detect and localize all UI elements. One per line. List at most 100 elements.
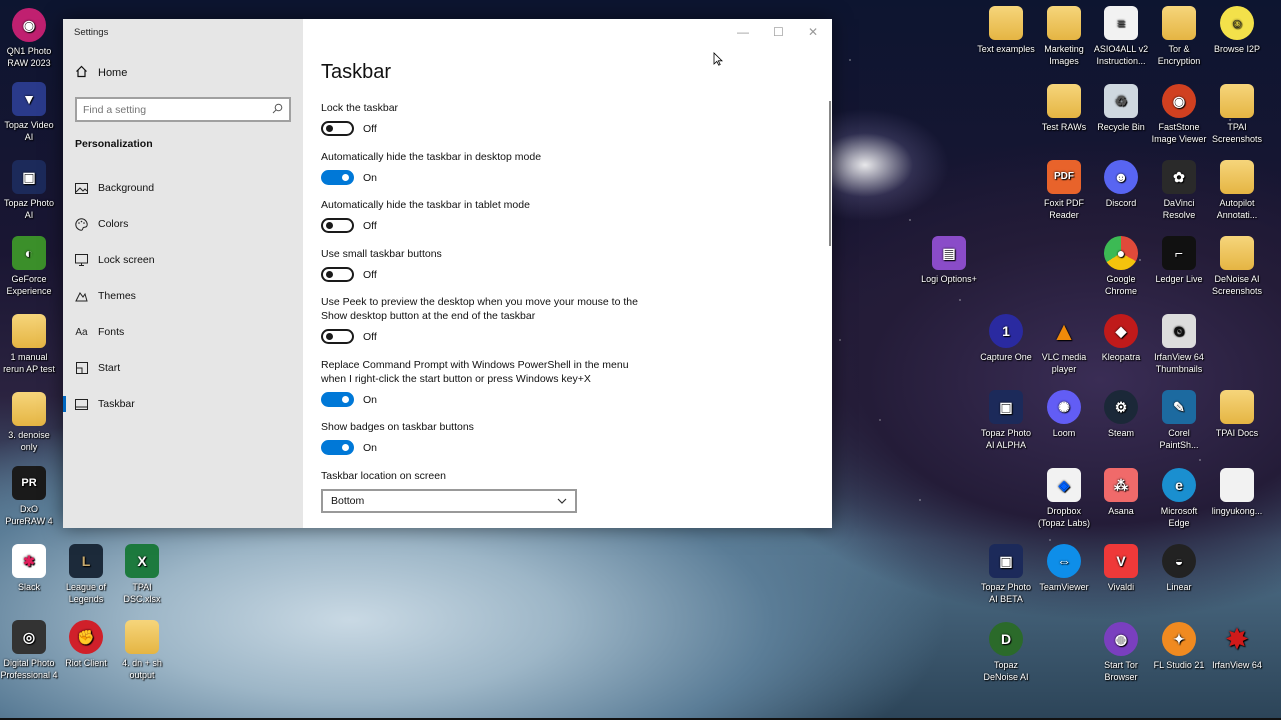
desktop-icon-topaz-beta[interactable]: ▣ Topaz Photo AI BETA [977, 544, 1035, 605]
setting-powershell: Replace Command Prompt with Windows Powe… [321, 358, 641, 407]
setting-label: Lock the taskbar [321, 102, 399, 114]
folder-icon [1220, 160, 1254, 194]
app-icon: D [989, 622, 1023, 656]
desktop-icon-folder[interactable]: Text examples [977, 6, 1035, 55]
desktop-icon-topaz-alpha[interactable]: ▣ Topaz Photo AI ALPHA [977, 390, 1035, 451]
desktop-icon-recycle-bin[interactable]: ♻ Recycle Bin [1092, 84, 1150, 133]
app-icon: ✎ [1162, 390, 1196, 424]
start-icon [75, 362, 88, 375]
setting-small-buttons: Use small taskbar buttons Off [321, 247, 661, 282]
desktop-icon-foxit[interactable]: PDF Foxit PDF Reader [1035, 160, 1093, 221]
desktop-icon-dxo[interactable]: PR DxO PureRAW 4 [0, 466, 58, 527]
desktop-icon-edge[interactable]: e Microsoft Edge [1150, 468, 1208, 529]
close-button[interactable]: ✕ [808, 25, 818, 39]
folder-icon [12, 392, 46, 426]
desktop-icon-folder[interactable]: Marketing Images [1035, 6, 1093, 67]
desktop-icon-folder[interactable]: TPAI Screenshots [1208, 84, 1266, 145]
desktop-icon-dpp[interactable]: ◎ Digital Photo Professional 4 [0, 620, 58, 681]
desktop-icon-teamviewer[interactable]: ⇔ TeamViewer [1035, 544, 1093, 593]
desktop-icon-dropbox[interactable]: ◈ Dropbox (Topaz Labs) [1035, 468, 1093, 529]
desktop-icon-faststone[interactable]: ◉ FastStone Image Viewer [1150, 84, 1208, 145]
autohide-desktop-toggle[interactable] [321, 170, 354, 185]
autohide-tablet-toggle[interactable] [321, 218, 354, 233]
settings-content: — ☐ ✕ Taskbar Lock the taskbar Off Autom… [303, 19, 832, 528]
folder-icon [989, 6, 1023, 40]
peek-toggle[interactable] [321, 329, 354, 344]
folder-icon [1047, 84, 1081, 118]
desktop-icon-folder[interactable]: 4. dn + sh output [113, 620, 171, 681]
settings-window: Settings Home Personalization Background… [63, 19, 832, 528]
desktop-icon-chrome[interactable]: ● Google Chrome [1092, 236, 1150, 297]
home-icon [75, 65, 88, 81]
edge-icon: e [1162, 468, 1196, 502]
desktop-icon-doc[interactable]: ≡ ASIO4ALL v2 Instruction... [1092, 6, 1150, 67]
nav-item-start[interactable]: Start [63, 350, 303, 386]
desktop-icon-lol[interactable]: L League of Legends [57, 544, 115, 605]
desktop-icon-denoise[interactable]: D Topaz DeNoise AI [977, 622, 1035, 683]
desktop-icon-fl-studio[interactable]: ✦ FL Studio 21 [1150, 622, 1208, 671]
desktop-icon-slack[interactable]: ✱ Slack [0, 544, 58, 593]
desktop-icon-ledger[interactable]: ⌐ Ledger Live [1150, 236, 1208, 285]
desktop-icon-file[interactable]: lingyukong... [1208, 468, 1266, 517]
desktop-icon-xlsx[interactable]: X TPAI DSC.xlsx [113, 544, 171, 605]
desktop-icon-topaz-video[interactable]: ▼ Topaz Video AI [0, 82, 58, 143]
desktop-icon-tor[interactable]: ◍ Start Tor Browser [1092, 622, 1150, 683]
small-buttons-toggle[interactable] [321, 267, 354, 282]
desktop-icon-geforce[interactable]: ◐ GeForce Experience [0, 236, 58, 297]
nav-item-themes[interactable]: Themes [63, 278, 303, 314]
personalization-nav: Background Colors Lock screen Themes Aa … [63, 170, 303, 422]
desktop-icon-loom[interactable]: ✺ Loom [1035, 390, 1093, 439]
nav-item-colors[interactable]: Colors [63, 206, 303, 242]
desktop-icon-i2p[interactable]: ☺ Browse I2P [1208, 6, 1266, 55]
desktop-icon-folder[interactable]: Test RAWs [1035, 84, 1093, 133]
desktop-icon-folder[interactable]: 3. denoise only [0, 392, 58, 453]
desktop-icon-logi[interactable]: ▤ Logi Options+ [920, 236, 978, 285]
desktop-icon-folder[interactable]: 1 manual rerun AP test [0, 314, 58, 375]
desktop-icon-vlc[interactable]: ▲ VLC media player [1035, 314, 1093, 375]
desktop-icon-discord[interactable]: ☻ Discord [1092, 160, 1150, 209]
minimize-button[interactable]: — [737, 25, 749, 39]
nav-label: Lock screen [98, 254, 155, 266]
desktop-icon-folder[interactable]: Autopilot Annotati... [1208, 160, 1266, 221]
desktop-icon-linear[interactable]: ◒ Linear [1150, 544, 1208, 593]
desktop-icon-asana[interactable]: ⁂ Asana [1092, 468, 1150, 517]
home-link[interactable]: Home [75, 65, 127, 81]
themes-icon [75, 290, 88, 303]
badges-toggle[interactable] [321, 440, 354, 455]
nav-item-taskbar[interactable]: Taskbar [63, 386, 303, 422]
desktop-icon-kleopatra[interactable]: ◆ Kleopatra [1092, 314, 1150, 363]
desktop-icon-folder[interactable]: Tor & Encryption [1150, 6, 1208, 67]
scrollbar[interactable] [829, 101, 831, 246]
app-icon: ▣ [989, 390, 1023, 424]
search-input[interactable] [83, 103, 272, 116]
maximize-button[interactable]: ☐ [773, 25, 784, 39]
search-box[interactable] [75, 97, 291, 122]
desktop-icon-folder[interactable]: TPAI Docs [1208, 390, 1266, 439]
desktop-icon-irfanview[interactable]: ✸ IrfanView 64 [1208, 622, 1266, 671]
desktop-icon-folder[interactable]: DeNoise AI Screenshots [1208, 236, 1266, 297]
app-icon: ▣ [989, 544, 1023, 578]
nav-item-lock-screen[interactable]: Lock screen [63, 242, 303, 278]
taskbar-location-dropdown[interactable]: Bottom [321, 489, 577, 513]
desktop-icon-capture-one[interactable]: 1 Capture One [977, 314, 1035, 363]
desktop-icon-davinci[interactable]: ✿ DaVinci Resolve [1150, 160, 1208, 221]
toggle-state: Off [363, 219, 377, 232]
folder-icon [12, 314, 46, 348]
desktop-icon-topaz-photo[interactable]: ▣ Topaz Photo AI [0, 160, 58, 221]
desktop-icon-irfanview-thumbs[interactable]: ʘ IrfanView 64 Thumbnails [1150, 314, 1208, 375]
desktop-icon-vivaldi[interactable]: V Vivaldi [1092, 544, 1150, 593]
desktop-icon-riot[interactable]: ✊ Riot Client [57, 620, 115, 669]
desktop-icon-steam[interactable]: ⚙ Steam [1092, 390, 1150, 439]
powershell-toggle[interactable] [321, 392, 354, 407]
desktop-icon-qn1[interactable]: ◉ QN1 Photo RAW 2023 [0, 8, 58, 69]
lock-taskbar-toggle[interactable] [321, 121, 354, 136]
app-icon: ◉ [1162, 84, 1196, 118]
search-icon[interactable] [272, 103, 283, 117]
app-icon: ✱ [12, 544, 46, 578]
app-icon: ◆ [1104, 314, 1138, 348]
desktop-icon-corel[interactable]: ✎ Corel PaintSh... [1150, 390, 1208, 451]
nav-item-fonts[interactable]: Aa Fonts [63, 314, 303, 350]
setting-label: Show badges on taskbar buttons [321, 421, 474, 433]
section-heading: Personalization [75, 138, 153, 150]
nav-item-background[interactable]: Background [63, 170, 303, 206]
